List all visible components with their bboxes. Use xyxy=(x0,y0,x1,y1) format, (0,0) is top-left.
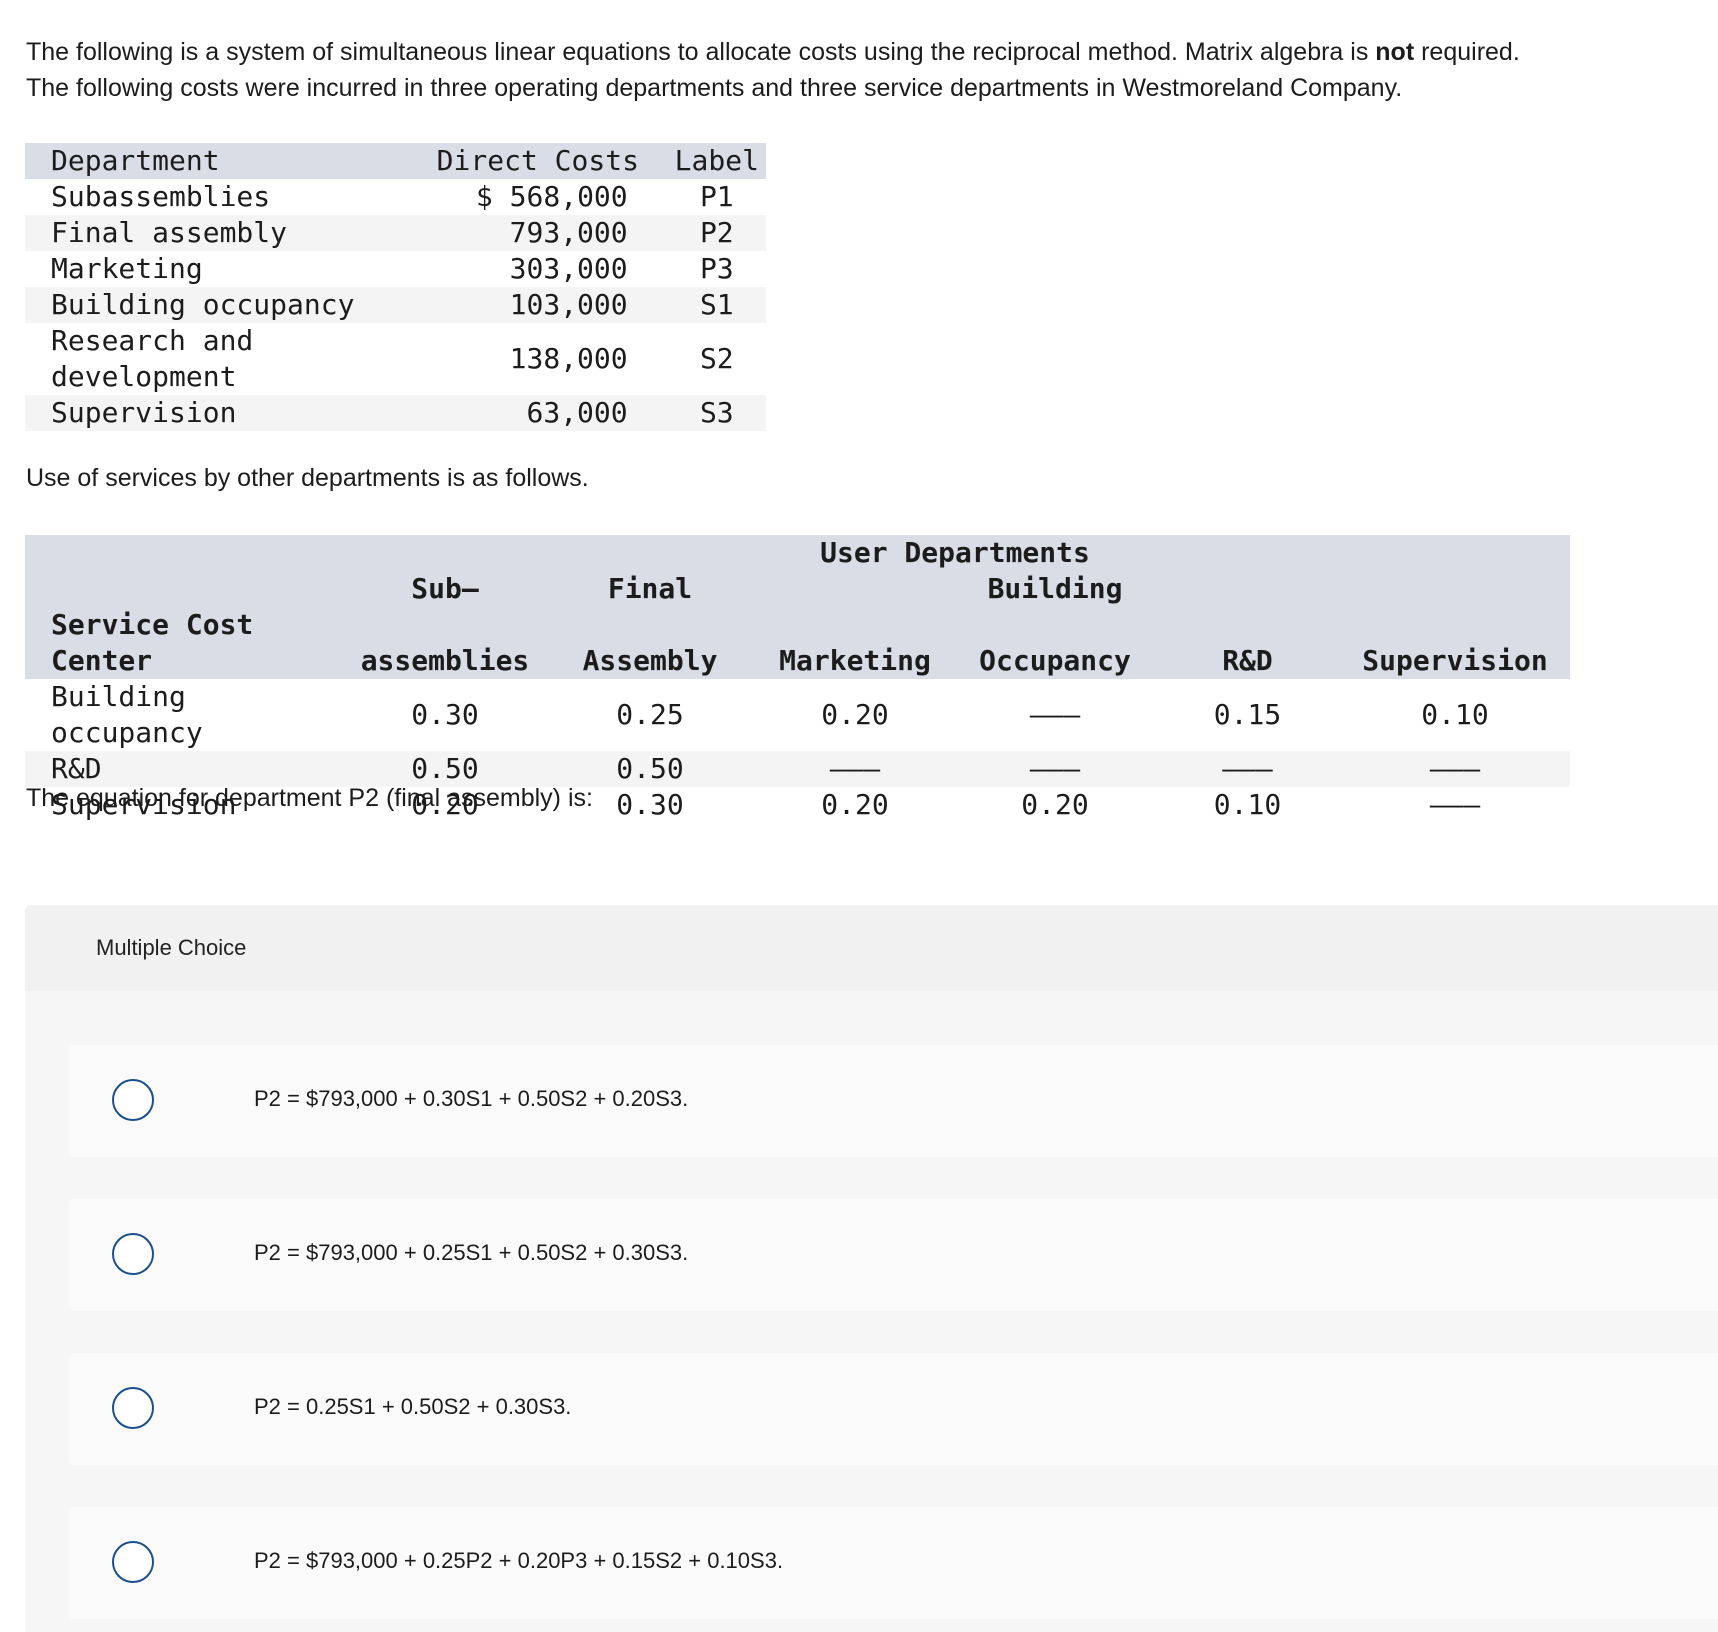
intro-line-1-end: required. xyxy=(1414,38,1520,66)
supervision-cell: 0.10 xyxy=(1421,698,1489,731)
service-center-cell: Building occupancy xyxy=(51,680,203,749)
table-row: Subassemblies $ 568,000 P1 xyxy=(25,179,766,215)
direct-costs-table: Department Direct Costs Label Subassembl… xyxy=(25,143,766,431)
final-assembly-cell: 0.25 xyxy=(616,698,684,731)
label-cell: S2 xyxy=(699,342,734,375)
question-text: The equation for department P2 (final as… xyxy=(26,784,593,812)
answer-option-text: P2 = $793,000 + 0.30S1 + 0.50S2 + 0.20S3… xyxy=(254,1086,689,1111)
table-row: Supervision 63,000 S3 xyxy=(25,395,766,431)
column-header-marketing: Marketing xyxy=(755,607,955,679)
department-cell: Research and development xyxy=(25,323,417,395)
intro-line-2: The following costs were incurred in thr… xyxy=(26,74,1403,102)
column-header-row-2: Service Cost Center assemblies Assembly … xyxy=(25,607,1570,679)
direct-cost-cell: 793,000 xyxy=(509,216,628,249)
multiple-choice-label: Multiple Choice xyxy=(96,935,247,960)
department-cell: Final assembly xyxy=(51,216,288,249)
supervision-cell: ——— xyxy=(1429,788,1481,821)
answer-option-3[interactable]: P2 = 0.25S1 + 0.50S2 + 0.30S3. xyxy=(69,1353,1718,1465)
service-usage-table: User Departments Sub– Final Building Ser… xyxy=(25,535,1570,823)
group-header-spacer xyxy=(545,535,755,571)
department-cell-line-1: Research and xyxy=(51,324,254,357)
building-occupancy-cell: 0.20 xyxy=(1021,788,1089,821)
rd-cell: ——— xyxy=(1222,752,1273,785)
label-cell: S3 xyxy=(699,396,734,429)
column-header-building-line-1: Building xyxy=(955,571,1155,607)
department-cell: Building occupancy xyxy=(51,288,355,321)
column-header-spacer xyxy=(1340,571,1570,607)
table-row: Building occupancy 103,000 S1 xyxy=(25,287,766,323)
answer-option-1[interactable]: P2 = $793,000 + 0.30S1 + 0.50S2 + 0.20S3… xyxy=(69,1045,1718,1157)
column-header-supervision: Supervision xyxy=(1340,607,1570,679)
answer-option-text: P2 = $793,000 + 0.25S1 + 0.50S2 + 0.30S3… xyxy=(254,1240,689,1265)
column-header-service-cost-center: Service Cost Center xyxy=(25,607,345,679)
department-cell: Supervision xyxy=(51,396,237,429)
answer-option-text: P2 = 0.25S1 + 0.50S2 + 0.30S3. xyxy=(254,1394,572,1419)
column-header-row-1: Sub– Final Building xyxy=(25,571,1570,607)
table-row: Marketing 303,000 P3 xyxy=(25,251,766,287)
column-header-rd: R&D xyxy=(1155,607,1340,679)
table-row: Research and development 138,000 S2 xyxy=(25,323,766,395)
direct-cost-cell: $ 568,000 xyxy=(475,180,628,213)
group-header-spacer xyxy=(25,535,345,571)
intro-line-1-bold: not xyxy=(1375,38,1415,66)
label-cell: P1 xyxy=(699,180,734,213)
marketing-cell: 0.20 xyxy=(821,788,889,821)
answer-option-2[interactable]: P2 = $793,000 + 0.25S1 + 0.50S2 + 0.30S3… xyxy=(69,1199,1718,1311)
column-header-spacer xyxy=(1155,571,1340,607)
service-center-cell: R&D xyxy=(51,752,102,785)
answer-option-text: P2 = $793,000 + 0.25P2 + 0.20P3 + 0.15S2… xyxy=(254,1548,784,1573)
label-cell: P2 xyxy=(699,216,734,249)
table-row: Building occupancy 0.30 0.25 0.20 ——— 0.… xyxy=(25,679,1570,751)
table-header-row: Department Direct Costs Label xyxy=(25,143,766,179)
radio-button-icon[interactable] xyxy=(112,1233,154,1275)
column-header-label: Label xyxy=(674,144,759,177)
marketing-cell: ——— xyxy=(829,752,881,785)
column-header-direct-costs: Direct Costs xyxy=(436,144,639,177)
subassemblies-cell: 0.50 xyxy=(411,752,479,785)
intro-text: The following is a system of simultaneou… xyxy=(26,34,1706,106)
column-header-department: Department xyxy=(51,144,220,177)
direct-cost-cell: 138,000 xyxy=(509,342,628,375)
direct-cost-cell: 303,000 xyxy=(509,252,628,285)
column-header-subassemblies-line-2: assemblies xyxy=(345,607,545,679)
column-header-subassemblies-line-1: Sub– xyxy=(345,571,545,607)
radio-button-icon[interactable] xyxy=(112,1541,154,1583)
building-occupancy-cell: ——— xyxy=(1029,698,1081,731)
page: The following is a system of simultaneou… xyxy=(0,0,1718,1632)
column-header-final-line-2: Assembly xyxy=(545,607,755,679)
direct-cost-cell: 103,000 xyxy=(509,288,628,321)
rd-cell: 0.15 xyxy=(1213,698,1282,731)
building-occupancy-cell: ——— xyxy=(1029,752,1081,785)
table-row: R&D 0.50 0.50 ——— ——— ——— ——— xyxy=(25,751,1570,787)
multiple-choice-header: Multiple Choice xyxy=(25,905,1718,991)
final-assembly-cell: 0.50 xyxy=(616,752,684,785)
label-cell: S1 xyxy=(699,288,734,321)
group-header-row: User Departments xyxy=(25,535,1570,571)
column-header-spacer xyxy=(755,571,955,607)
department-cell: Marketing xyxy=(51,252,203,285)
column-header-final-line-1: Final xyxy=(545,571,755,607)
intro-line-1: The following is a system of simultaneou… xyxy=(26,34,1706,70)
group-header-spacer xyxy=(345,535,545,571)
column-header-building-line-2: Occupancy xyxy=(955,607,1155,679)
radio-button-icon[interactable] xyxy=(112,1387,154,1429)
department-cell: Subassemblies xyxy=(51,180,271,213)
department-cell-line-2: development xyxy=(51,360,237,393)
direct-cost-cell: 63,000 xyxy=(526,396,628,429)
column-header-spacer xyxy=(25,571,345,607)
intro-line-1-start: The following is a system of simultaneou… xyxy=(26,38,1376,66)
label-cell: P3 xyxy=(699,252,734,285)
group-header-user-departments: User Departments xyxy=(755,535,1155,571)
usage-intro-text: Use of services by other departments is … xyxy=(26,464,589,492)
table-row: Final assembly 793,000 P2 xyxy=(25,215,766,251)
supervision-cell: ——— xyxy=(1429,752,1481,785)
group-header-spacer xyxy=(1340,535,1570,571)
group-header-spacer xyxy=(1155,535,1340,571)
rd-cell: 0.10 xyxy=(1213,788,1282,821)
answer-option-4[interactable]: P2 = $793,000 + 0.25P2 + 0.20P3 + 0.15S2… xyxy=(69,1507,1718,1619)
radio-button-icon[interactable] xyxy=(112,1079,154,1121)
multiple-choice-options: P2 = $793,000 + 0.30S1 + 0.50S2 + 0.20S3… xyxy=(25,991,1718,1632)
marketing-cell: 0.20 xyxy=(821,698,889,731)
subassemblies-cell: 0.30 xyxy=(411,698,479,731)
